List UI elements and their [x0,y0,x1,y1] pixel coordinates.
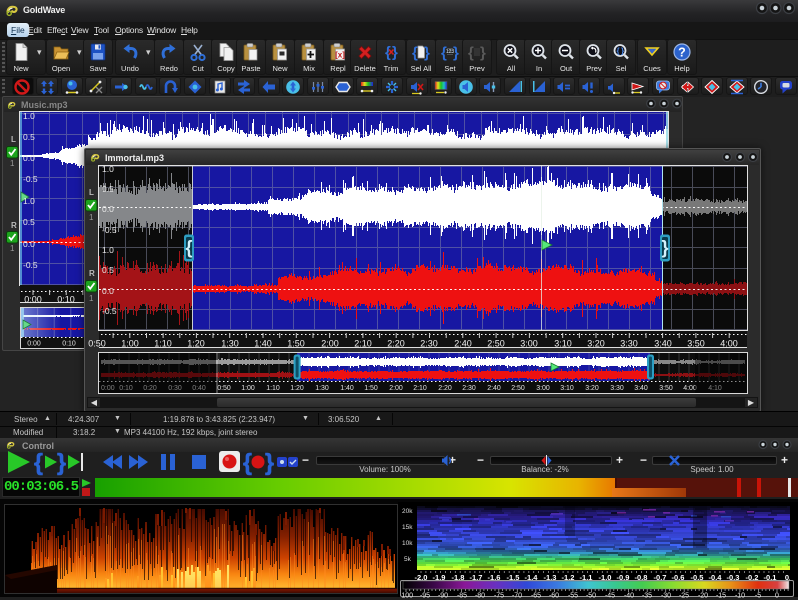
svg-text:-35: -35 [642,593,652,600]
svg-text:-5: -5 [755,593,761,600]
svg-text:-25: -25 [679,593,689,600]
svg-text:-70: -70 [512,593,522,600]
svg-text:-95: -95 [420,593,430,600]
svg-text:}: } [265,449,274,475]
svg-text:-15: -15 [716,593,726,600]
svg-text:0: 0 [775,593,779,600]
svg-text:-100: -100 [401,593,413,600]
svg-text:-65: -65 [531,593,541,600]
svg-text:-10: -10 [735,593,745,600]
svg-text:-40: -40 [624,593,634,600]
svg-text:-50: -50 [586,593,596,600]
svg-text:-90: -90 [438,593,448,600]
svg-text:-45: -45 [605,593,615,600]
svg-text:{: { [243,449,252,475]
svg-text:-60: -60 [549,593,559,600]
svg-text:{: { [34,449,43,475]
svg-text:-20: -20 [698,593,708,600]
svg-text:-55: -55 [568,593,578,600]
svg-text:-85: -85 [457,593,467,600]
svg-text:}: } [57,449,66,475]
svg-text:-75: -75 [494,593,504,600]
svg-text:-30: -30 [661,593,671,600]
svg-text:-80: -80 [475,593,485,600]
